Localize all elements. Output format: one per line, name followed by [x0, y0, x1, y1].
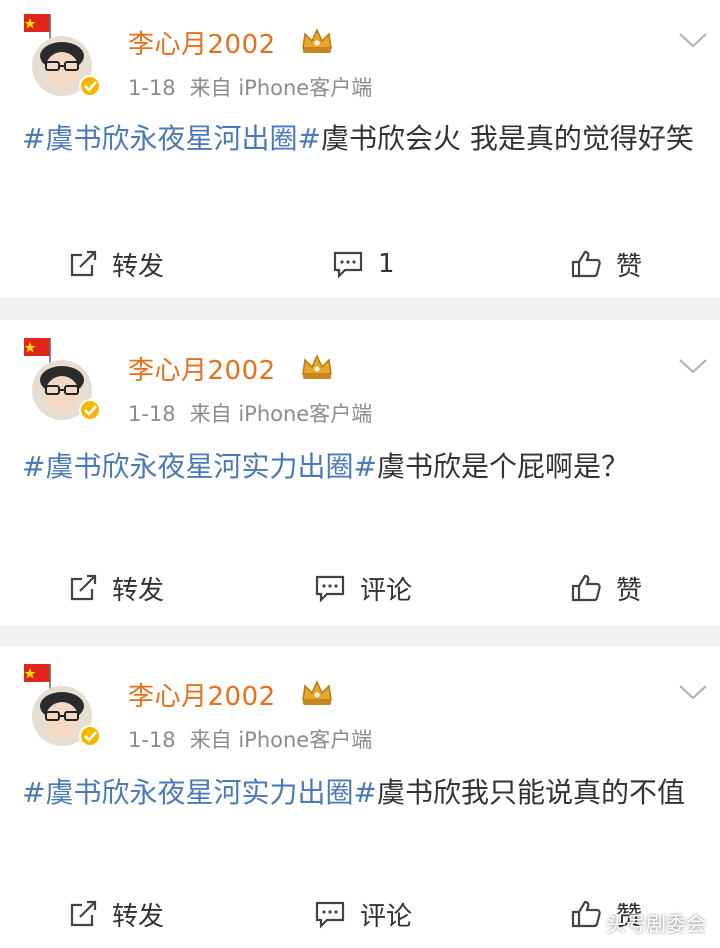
post-meta: 1-18 来自 iPhone客户端: [128, 72, 372, 102]
repost-label: 转发: [112, 251, 165, 282]
comment-count: 1: [378, 249, 395, 279]
post-text: 虞书欣我只能说真的不值: [376, 776, 685, 809]
chevron-down-icon[interactable]: [678, 682, 708, 706]
post-source: 来自 iPhone客户端: [189, 402, 373, 426]
post-time: 1-18: [128, 728, 176, 752]
repost-button[interactable]: 转发: [68, 234, 164, 294]
like-icon: [571, 574, 601, 602]
post-text: 虞书欣会火 我是真的觉得好笑: [320, 122, 694, 155]
post-meta: 1-18 来自 iPhone客户端: [128, 398, 372, 428]
post-content: #虞书欣永夜星河出圈#虞书欣会火 我是真的觉得好笑: [22, 118, 702, 160]
username[interactable]: 李心月2002: [128, 350, 276, 387]
comment-label: 评论: [360, 901, 413, 932]
crown-badge-icon: [300, 678, 334, 712]
post-text: 虞书欣是个屁啊是？: [376, 450, 629, 483]
post-card: 李心月2002 1-18 来自 iPhone客户端 #虞书欣永夜星河实力出圈#虞书…: [0, 320, 720, 626]
post-meta: 1-18 来自 iPhone客户端: [128, 724, 372, 754]
post-divider: [0, 298, 720, 320]
post-time: 1-18: [128, 76, 176, 100]
comment-icon: [315, 575, 345, 603]
hashtag-link[interactable]: #虞书欣永夜星河实力出圈#: [22, 776, 377, 809]
crown-badge-icon: [300, 26, 334, 60]
repost-button[interactable]: 转发: [68, 884, 164, 944]
comment-icon: [333, 251, 363, 279]
comment-label: 评论: [360, 575, 413, 606]
post-card: 李心月2002 1-18 来自 iPhone客户端 #虞书欣永夜星河出圈#虞书欣会…: [0, 0, 720, 298]
repost-icon: [70, 250, 97, 277]
post-divider: [0, 626, 720, 646]
post-content: #虞书欣永夜星河实力出圈#虞书欣是个屁啊是？: [22, 446, 662, 488]
like-button[interactable]: 赞: [570, 234, 642, 294]
hashtag-link[interactable]: #虞书欣永夜星河出圈#: [22, 122, 321, 155]
comment-button[interactable]: 评论: [314, 558, 412, 618]
chevron-down-icon[interactable]: [678, 30, 708, 54]
post-content: #虞书欣永夜星河实力出圈#虞书欣我只能说真的不值: [22, 772, 692, 814]
post-card: 李心月2002 1-18 来自 iPhone客户端 #虞书欣永夜星河实力出圈#虞书…: [0, 646, 720, 948]
verified-badge-icon: [79, 725, 101, 747]
comment-icon: [315, 901, 345, 929]
crown-badge-icon: [300, 352, 334, 386]
repost-icon: [70, 900, 97, 927]
comment-button[interactable]: 1: [332, 234, 395, 294]
post-time: 1-18: [128, 402, 176, 426]
repost-label: 转发: [112, 901, 165, 932]
verified-badge-icon: [79, 399, 101, 421]
avatar[interactable]: [22, 12, 104, 98]
avatar[interactable]: [22, 662, 104, 748]
like-label: 赞: [616, 251, 643, 282]
like-icon: [571, 900, 601, 928]
comment-button[interactable]: 评论: [314, 884, 412, 944]
action-bar: 转发 评论 赞: [0, 558, 720, 618]
verified-badge-icon: [79, 75, 101, 97]
post-source: 来自 iPhone客户端: [189, 728, 373, 752]
avatar[interactable]: [22, 336, 104, 422]
watermark: 头号剧委会: [606, 912, 706, 936]
action-bar: 转发 1 赞: [0, 234, 720, 294]
repost-icon: [70, 574, 97, 601]
username[interactable]: 李心月2002: [128, 676, 276, 713]
chevron-down-icon[interactable]: [678, 356, 708, 380]
like-button[interactable]: 赞: [570, 558, 642, 618]
like-icon: [571, 250, 601, 278]
post-source: 来自 iPhone客户端: [189, 76, 373, 100]
repost-button[interactable]: 转发: [68, 558, 164, 618]
repost-label: 转发: [112, 575, 165, 606]
hashtag-link[interactable]: #虞书欣永夜星河实力出圈#: [22, 450, 377, 483]
username[interactable]: 李心月2002: [128, 24, 276, 61]
like-label: 赞: [616, 575, 643, 606]
